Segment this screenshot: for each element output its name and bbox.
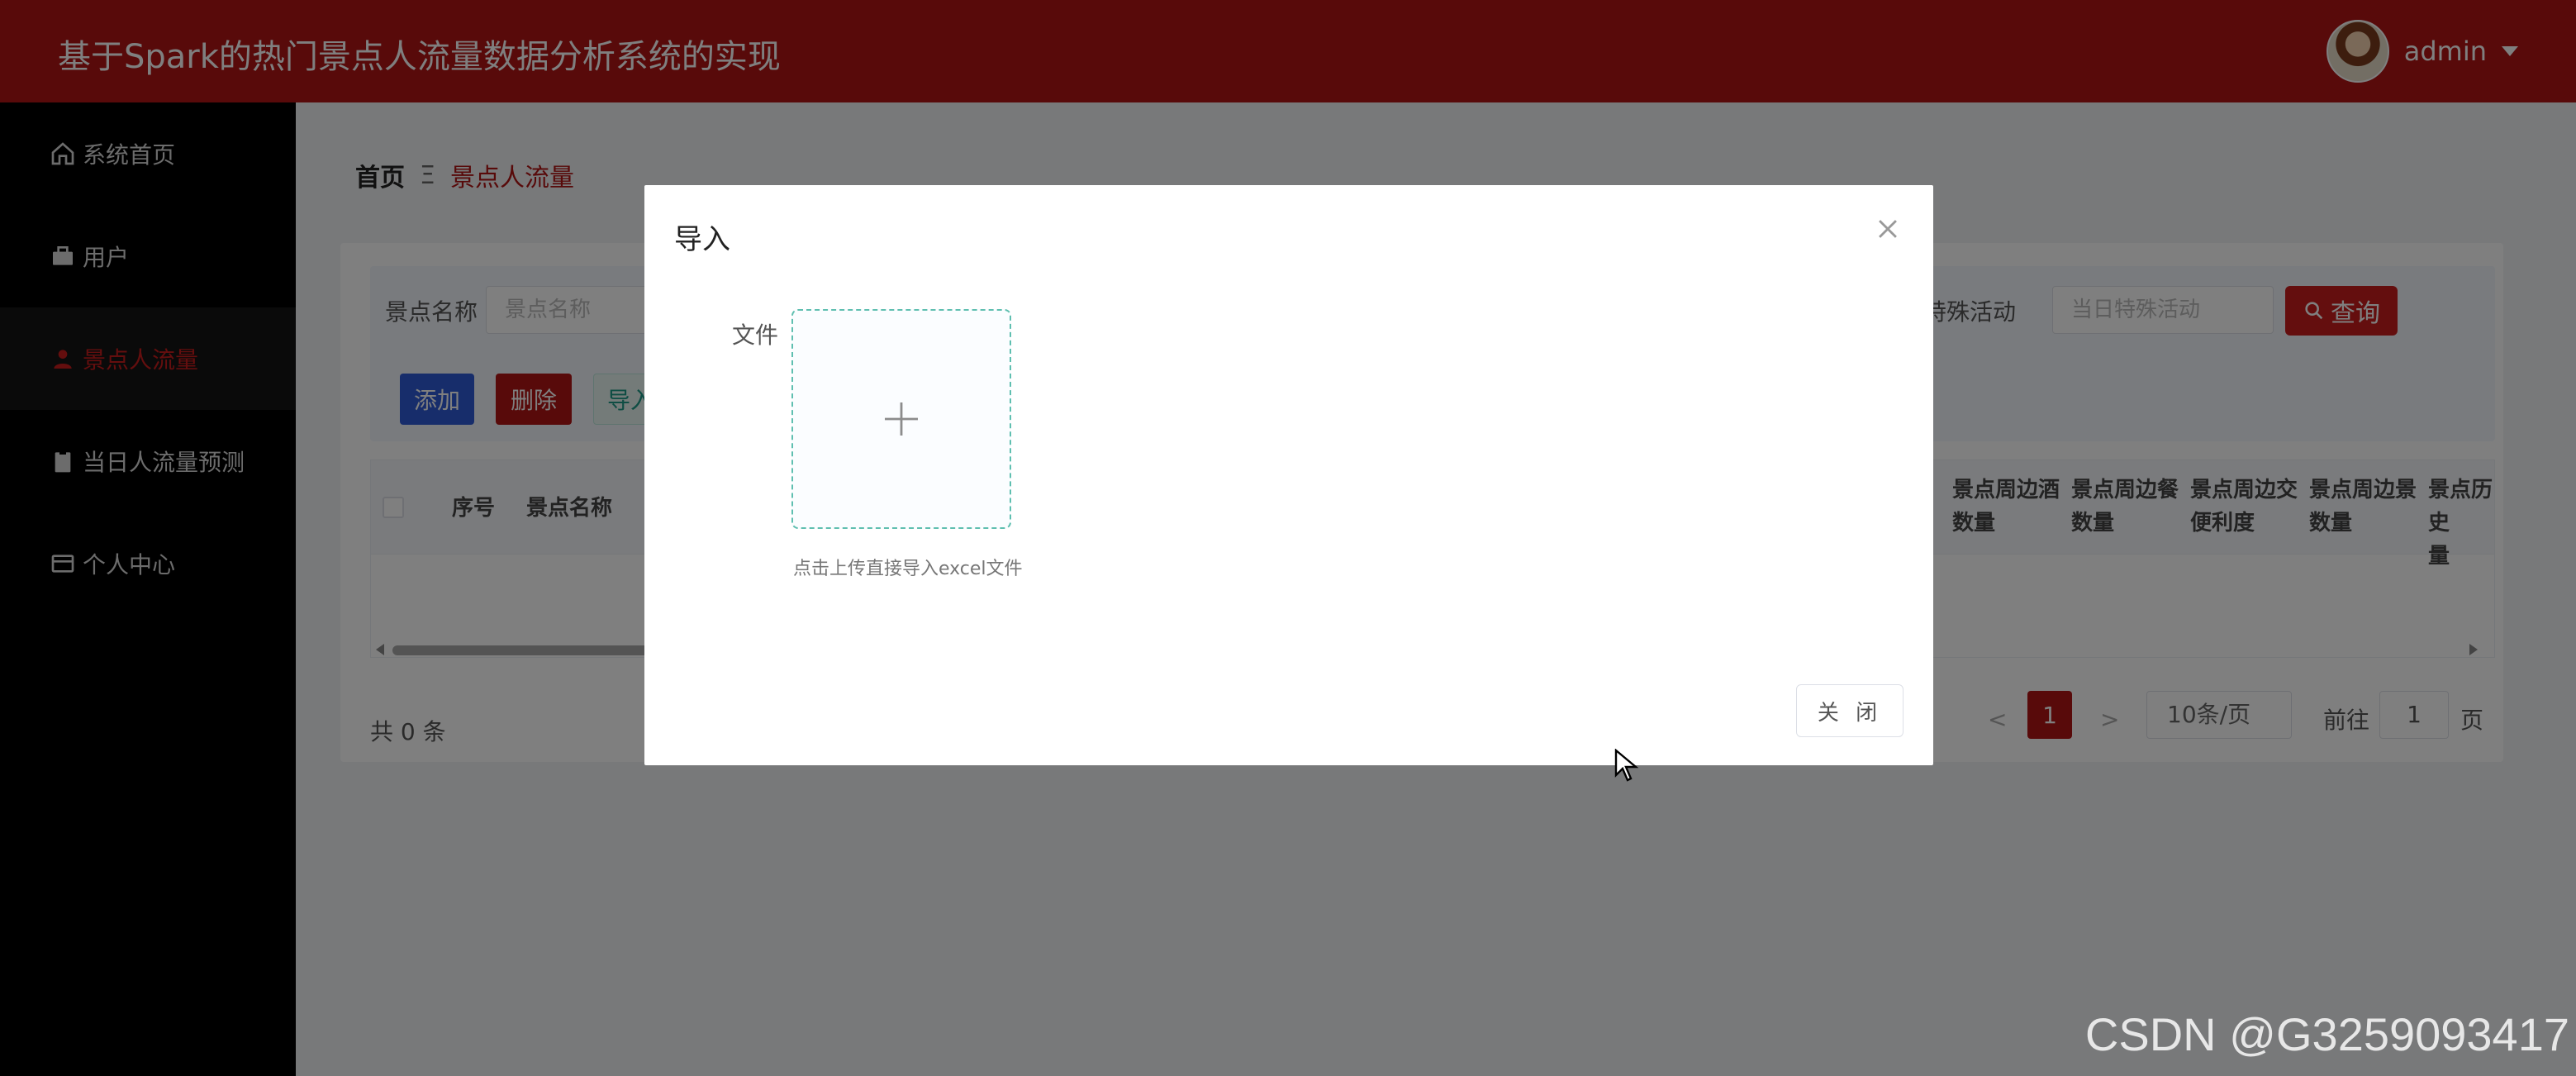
watermark: CSDN @G3259093417 xyxy=(2084,1008,2569,1060)
dialog-title: 导入 xyxy=(674,223,730,256)
mouse-cursor-icon xyxy=(1614,749,1639,782)
file-field-label: 文件 xyxy=(732,321,779,349)
close-button[interactable]: 关 闭 xyxy=(1796,684,1903,737)
file-upload-area[interactable] xyxy=(791,309,1011,529)
import-dialog: 导入 文件 点击上传直接导入excel文件 关 闭 xyxy=(644,185,1933,765)
upload-tip: 点击上传直接导入excel文件 xyxy=(793,559,1023,579)
close-icon[interactable] xyxy=(1874,215,1902,243)
plus-icon xyxy=(885,402,918,436)
